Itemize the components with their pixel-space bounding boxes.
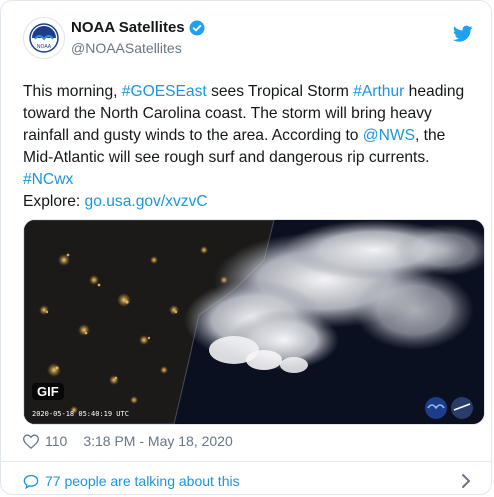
tweet-text: This morning, #GOESEast sees Tropical St… — [23, 81, 475, 213]
comment-icon — [23, 474, 39, 489]
chevron-right-icon[interactable] — [459, 473, 473, 489]
tweet-header: NOAA NOAA Satellites @NOAASatellites — [23, 17, 473, 65]
satellite-image — [24, 220, 484, 424]
author-names: NOAA Satellites @NOAASatellites — [71, 19, 205, 57]
tweet-meta: 110 3:18 PM - May 18, 2020 — [23, 433, 233, 449]
hashtag-arthur-link[interactable]: #Arthur — [353, 83, 404, 100]
tweet-datetime[interactable]: 3:18 PM - May 18, 2020 — [83, 433, 232, 449]
noaa-logo-icon: NOAA — [29, 23, 59, 53]
like-count[interactable]: 110 — [45, 433, 67, 449]
satellite-gif[interactable]: GIF 2020-05-18 05:40:19 UTC — [23, 219, 485, 425]
author-handle[interactable]: @NOAASatellites — [71, 39, 205, 57]
tweet-text-part: sees Tropical Storm — [206, 83, 354, 100]
gif-badge: GIF — [32, 383, 64, 400]
twitter-bird-icon[interactable] — [453, 25, 473, 43]
tweet-card: NOAA NOAA Satellites @NOAASatellites Thi… — [0, 0, 492, 495]
explore-label: Explore: — [23, 193, 85, 210]
talking-about-text: 77 people are talking about this — [45, 473, 240, 489]
avatar[interactable]: NOAA — [23, 17, 65, 59]
display-name-text: NOAA Satellites — [71, 19, 185, 36]
talking-about-link[interactable]: 77 people are talking about this — [23, 473, 240, 489]
explore-link[interactable]: go.usa.gov/xvzvC — [85, 193, 208, 210]
author-display-name[interactable]: NOAA Satellites — [71, 19, 205, 37]
hashtag-goeseast-link[interactable]: #GOESEast — [122, 83, 207, 100]
mention-nws-link[interactable]: @NWS — [363, 127, 415, 144]
hashtag-ncwx-link[interactable]: #NCwx — [23, 171, 73, 188]
image-timestamp: 2020-05-18 05:40:19 UTC — [32, 410, 129, 418]
divider — [1, 461, 491, 462]
tweet-text-part: This morning, — [23, 83, 122, 100]
verified-badge-icon — [189, 20, 205, 36]
svg-text:NOAA: NOAA — [37, 44, 52, 50]
heart-icon[interactable] — [23, 433, 39, 449]
